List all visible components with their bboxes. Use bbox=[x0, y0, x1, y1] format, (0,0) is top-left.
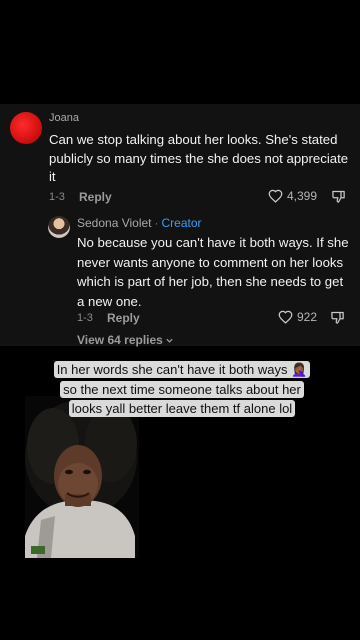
comment-text: Can we stop talking about her looks. She… bbox=[49, 132, 349, 184]
reply-to-reply-button[interactable]: Reply bbox=[107, 311, 140, 325]
person-video-thumbnail bbox=[25, 396, 139, 558]
reply-text: No because you can't have it both ways. … bbox=[77, 235, 349, 309]
separator: · bbox=[154, 216, 159, 230]
video-caption: In her words she can't have it both ways… bbox=[41, 360, 323, 419]
comment-date: 1-3 bbox=[49, 191, 65, 203]
reply-date: 1-3 bbox=[77, 312, 93, 324]
reply-author[interactable]: Sedona Violet · Creator bbox=[77, 216, 202, 230]
reply-button[interactable]: Reply bbox=[79, 190, 112, 204]
heart-icon bbox=[268, 189, 283, 203]
like-button[interactable]: 4,399 bbox=[268, 189, 317, 203]
caption-line-1: In her words she can't have it both ways… bbox=[53, 361, 311, 378]
creator-badge: Creator bbox=[161, 216, 202, 230]
chevron-down-icon bbox=[166, 338, 173, 343]
video-frame[interactable] bbox=[25, 396, 139, 558]
reply-like-count: 922 bbox=[297, 310, 318, 324]
reply-username[interactable]: Sedona Violet bbox=[77, 216, 152, 230]
like-count: 4,399 bbox=[287, 189, 318, 203]
thumbs-down-icon bbox=[332, 190, 345, 203]
creator-avatar[interactable] bbox=[48, 216, 70, 238]
avatar[interactable] bbox=[10, 112, 42, 144]
thumbs-down-icon bbox=[331, 311, 344, 324]
view-replies-button[interactable]: View 64 replies bbox=[77, 333, 174, 347]
reply-like-button[interactable]: 922 bbox=[278, 310, 317, 324]
comment-username[interactable]: Joana bbox=[49, 112, 79, 124]
caption-line-3: looks yall better leave them tf alone lo… bbox=[68, 400, 296, 417]
heart-icon bbox=[278, 310, 293, 324]
reply-dislike-button[interactable] bbox=[330, 310, 345, 330]
dislike-button[interactable] bbox=[331, 189, 346, 209]
view-replies-label: View 64 replies bbox=[77, 333, 163, 347]
caption-line-2: so the next time someone talks about her bbox=[60, 380, 304, 398]
